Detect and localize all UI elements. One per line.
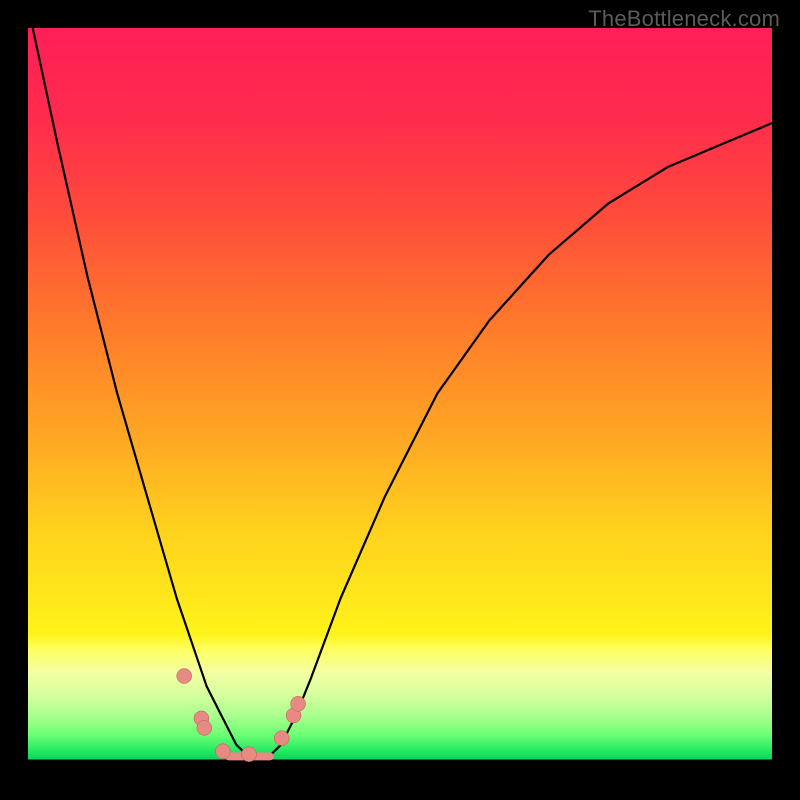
curve-marker <box>291 696 306 711</box>
bottleneck-curve <box>28 28 772 759</box>
curve-marker <box>177 669 192 684</box>
curve-marker <box>242 747 257 762</box>
curve-marker <box>197 720 212 735</box>
curve-marker <box>215 744 230 759</box>
chart-frame: TheBottleneck.com <box>0 0 800 800</box>
curve-marker <box>274 731 289 746</box>
marker-group <box>177 669 306 762</box>
chart-svg <box>28 28 772 772</box>
plot-area <box>28 28 772 772</box>
